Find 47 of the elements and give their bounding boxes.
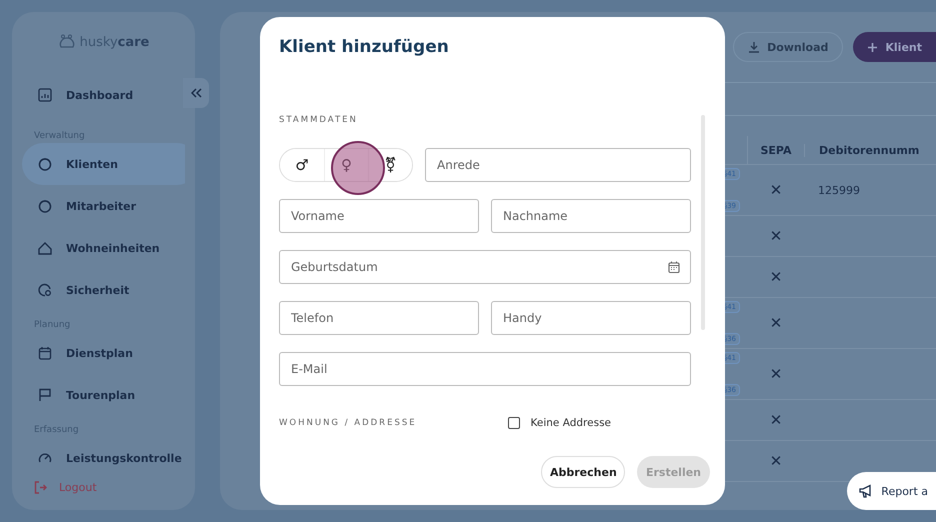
- nav-item[interactable]: Dienstplan: [22, 332, 185, 374]
- section-label: WOHNUNG / ADDRESSE: [279, 418, 417, 428]
- table-cell: ✕: [770, 314, 782, 332]
- gauge-icon: [38, 451, 52, 465]
- table-cell: ✕: [770, 268, 782, 286]
- collapse-button[interactable]: [183, 78, 209, 108]
- house-icon: [38, 241, 52, 255]
- calendar-icon: [668, 261, 680, 273]
- input-field[interactable]: Anrede: [425, 148, 691, 182]
- nav-item[interactable]: Tourenplan: [22, 374, 185, 416]
- double-chevron-left-icon: [190, 88, 202, 98]
- nav-item[interactable]: Klienten: [22, 143, 185, 185]
- nav-item[interactable]: Mitarbeiter: [22, 185, 185, 227]
- plus-icon: [867, 42, 878, 52]
- report-button[interactable]: Report a: [847, 472, 936, 510]
- add-client-button[interactable]: Klient: [853, 32, 936, 62]
- nav-item[interactable]: Dashboard: [22, 74, 185, 116]
- dialog-title: Klient hinzufügen: [279, 37, 450, 57]
- input-field[interactable]: Vorname: [279, 199, 479, 233]
- table-cell: ✕: [770, 452, 782, 470]
- flag-icon: [38, 388, 52, 402]
- gender-toggle[interactable]: ⚧: [368, 149, 412, 181]
- download-button[interactable]: Download: [733, 32, 844, 62]
- table-cell: 125999: [818, 184, 860, 196]
- download-icon: [748, 41, 760, 53]
- input-field[interactable]: E-Mail: [279, 352, 691, 386]
- table-cell: ✕: [770, 365, 782, 383]
- logout-icon: [34, 481, 47, 494]
- section-label: STAMMDATEN: [279, 115, 359, 125]
- input-field[interactable]: Telefon: [279, 301, 479, 335]
- table-cell: ✕: [770, 227, 782, 245]
- no-address-checkbox[interactable]: Keine Addresse: [508, 417, 611, 429]
- column-header[interactable]: Debitorennumm: [805, 144, 936, 156]
- calendar-icon: [38, 346, 52, 360]
- table-cell: ✕: [770, 411, 782, 429]
- column-header[interactable]: SEPA: [748, 144, 805, 156]
- nav-item[interactable]: Sicherheit: [22, 269, 185, 311]
- input-field[interactable]: Nachname: [491, 199, 691, 233]
- table-cell: ✕: [770, 181, 782, 199]
- input-field[interactable]: Handy: [491, 301, 691, 335]
- logout-link[interactable]: Logout: [22, 481, 185, 494]
- chart-icon: [38, 88, 52, 102]
- date-field[interactable]: Geburtsdatum: [279, 250, 691, 284]
- click-indicator: [331, 141, 385, 195]
- nav-item[interactable]: Leistungskontrolle: [22, 437, 185, 475]
- cancel-button[interactable]: Abbrechen: [541, 456, 625, 488]
- nav-item[interactable]: Wohneinheiten: [22, 227, 185, 269]
